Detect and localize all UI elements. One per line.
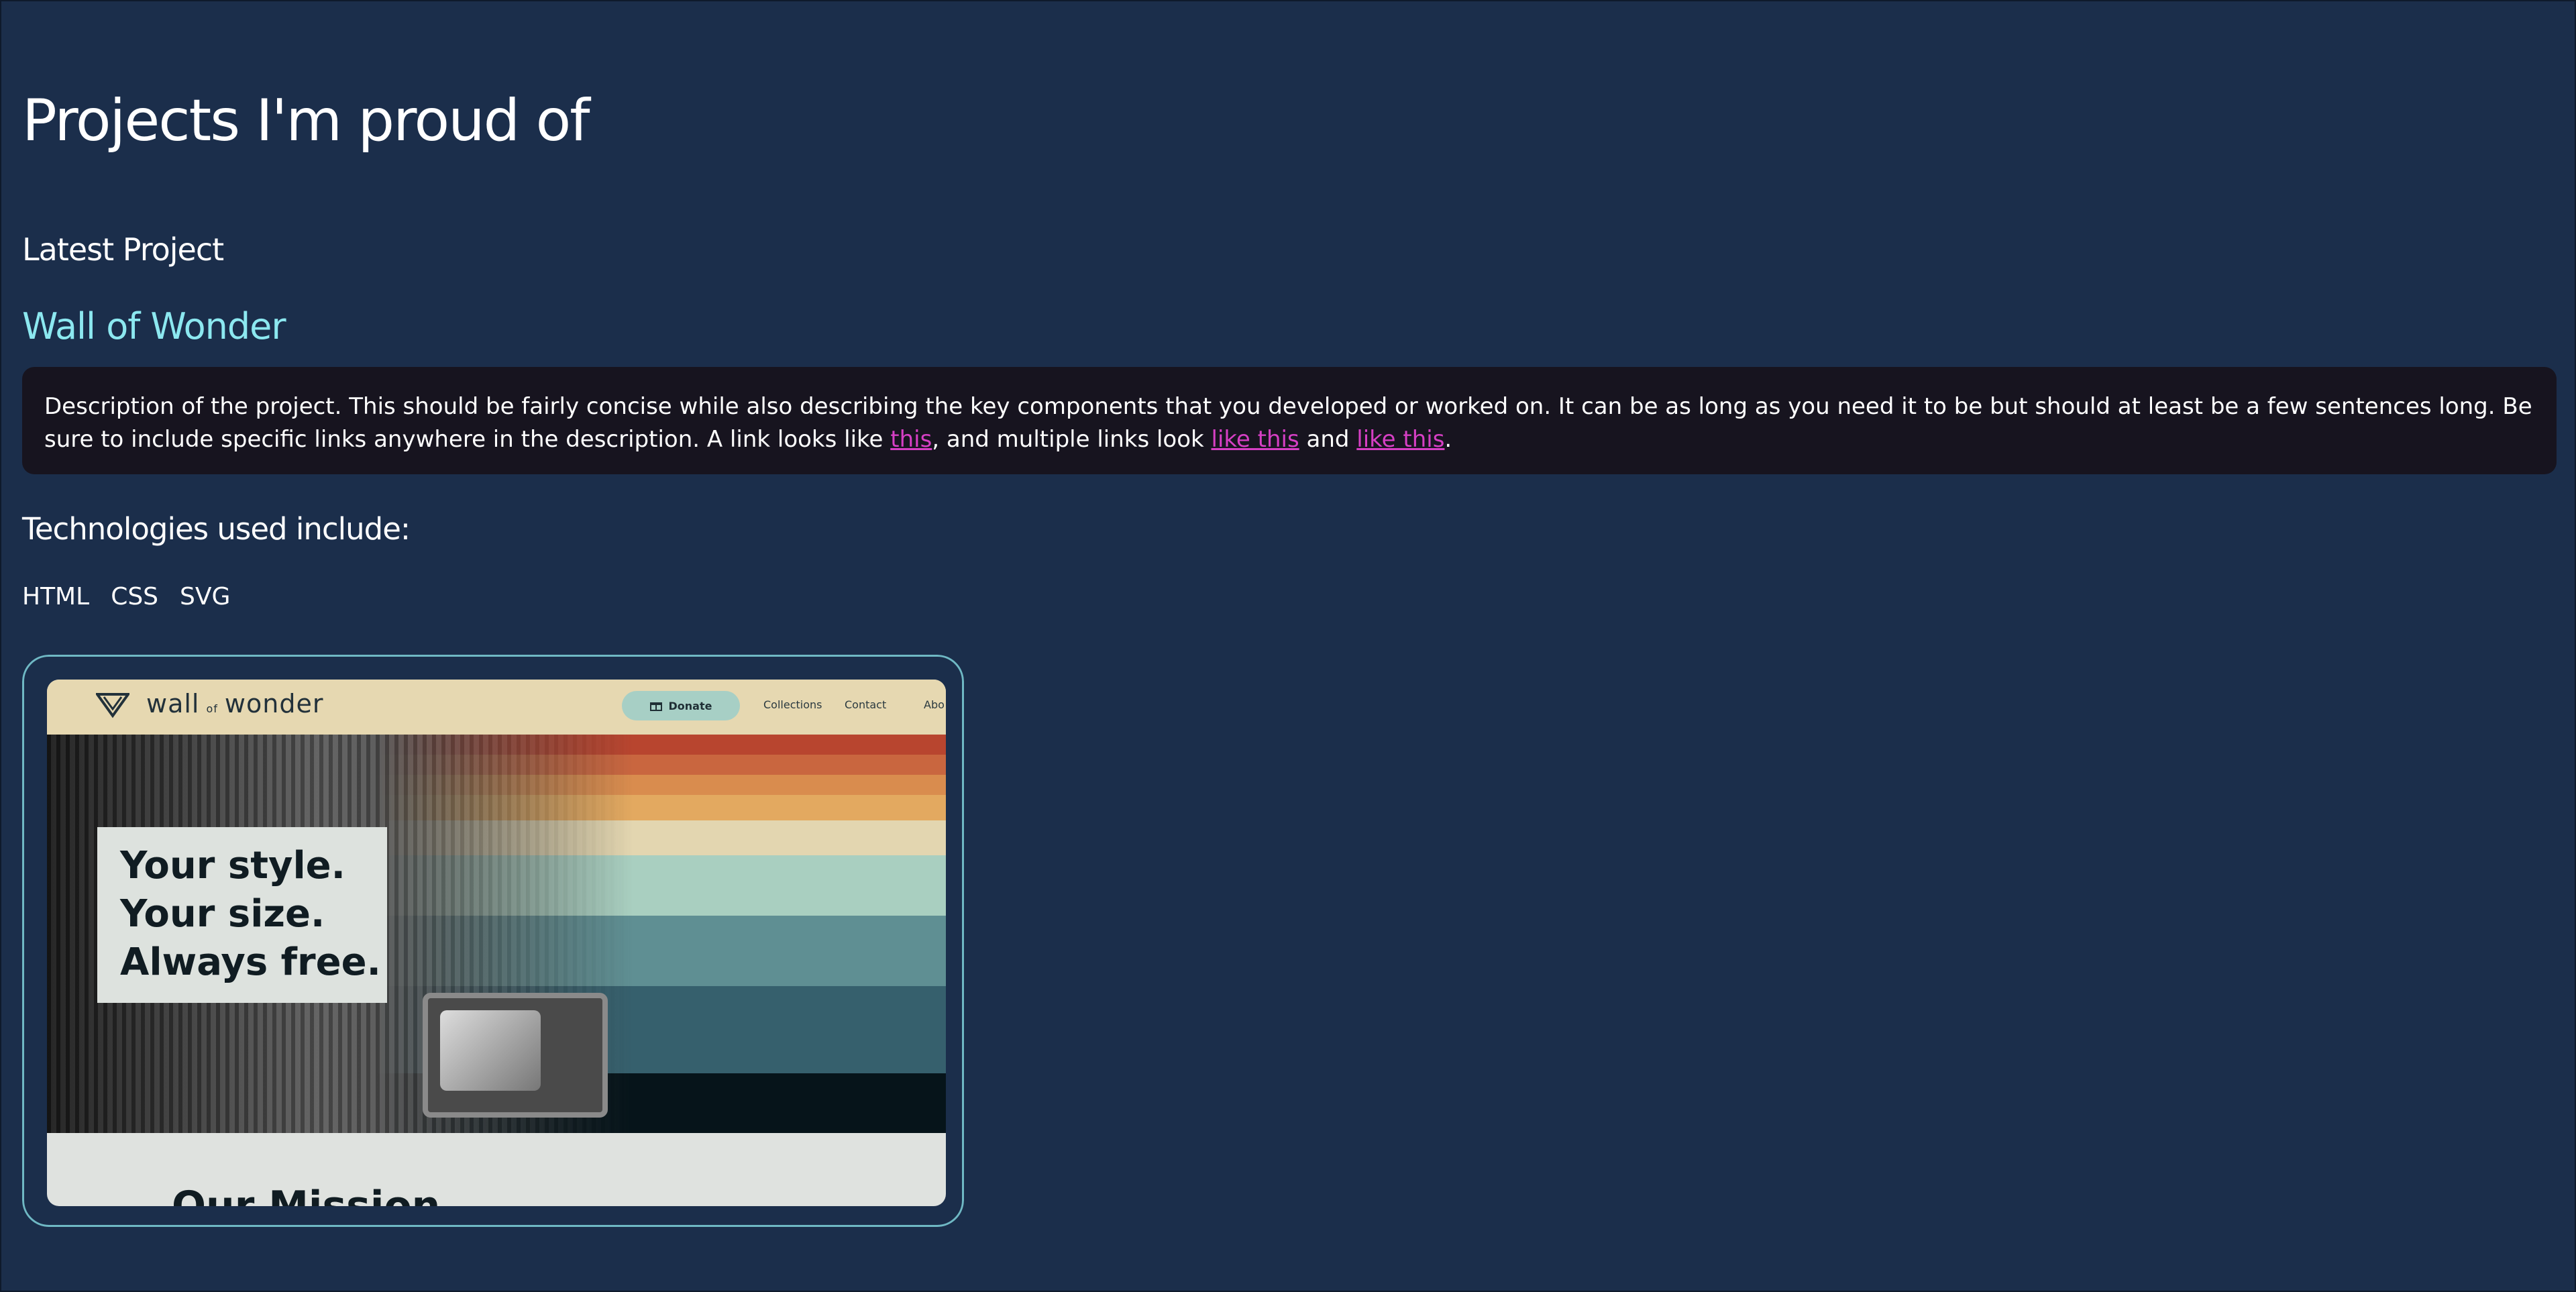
screenshot-nav-contact: Contact [845, 698, 887, 711]
page-title: Projects I'm proud of [22, 87, 590, 154]
screenshot-mission-heading: Our Mission [172, 1183, 441, 1206]
project-screenshot-frame: wall of wonder Donate Collections Contact … [22, 655, 964, 1227]
screenshot-hero: Your style. Your size. Always free. [47, 735, 946, 1133]
gift-icon [649, 702, 662, 711]
screenshot-brand: wall of wonder [146, 689, 323, 718]
description-link-this[interactable]: this [890, 426, 932, 453]
brand-of: of [206, 702, 218, 715]
tv-screen [440, 1010, 541, 1091]
description-text-3: and [1299, 426, 1357, 453]
screenshot-donate-button: Donate [622, 691, 740, 720]
technology-css: CSS [111, 583, 159, 610]
screenshot-nav-collections: Collections [763, 698, 822, 711]
brand-wall: wall [146, 689, 200, 718]
project-screenshot: wall of wonder Donate Collections Contact … [47, 680, 946, 1206]
technology-html: HTML [22, 583, 90, 610]
project-description: Description of the project. This should … [22, 367, 2557, 474]
description-text-2: , and multiple links look [932, 426, 1212, 453]
description-link-like-this-1[interactable]: like this [1212, 426, 1299, 453]
description-text-4: . [1444, 426, 1452, 453]
tagline-line-2: Your size. [120, 892, 325, 936]
technologies-list: HTML CSS SVG [22, 580, 230, 614]
screenshot-nav-about: Abo [924, 698, 945, 711]
screenshot-navbar: wall of wonder Donate Collections Contact … [47, 680, 946, 735]
technology-svg: SVG [180, 583, 231, 610]
latest-project-label: Latest Project [22, 231, 224, 268]
tagline-line-3: Always free. [120, 940, 381, 984]
screenshot-tagline: Your style. Your size. Always free. [97, 827, 387, 1003]
wow-logo-icon [96, 693, 129, 718]
tagline-line-1: Your style. [120, 844, 345, 887]
project-title: Wall of Wonder [22, 305, 286, 347]
donate-label: Donate [668, 699, 712, 712]
brand-wonder: wonder [224, 689, 324, 718]
tv-image [423, 993, 608, 1118]
description-link-like-this-2[interactable]: like this [1356, 426, 1444, 453]
technologies-heading: Technologies used include: [22, 511, 411, 547]
